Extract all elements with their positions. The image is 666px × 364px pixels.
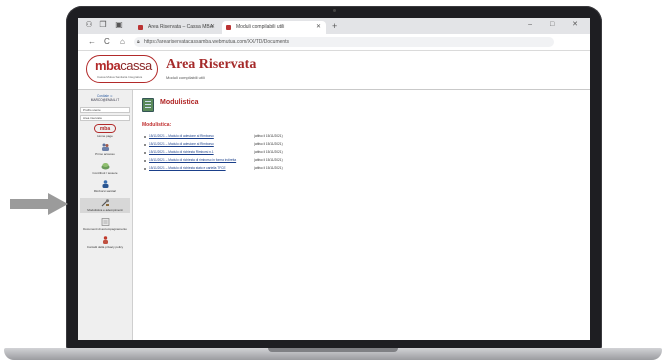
bullet-icon (144, 144, 146, 146)
section-title: Modulistica: (142, 122, 172, 128)
laptop-notch (268, 348, 398, 352)
people-icon (101, 143, 109, 151)
site-title: Area Riservata (166, 57, 257, 72)
user-info: Cordiale ☺ MARCO@EMAIL.IT (80, 94, 130, 102)
tools-icon (101, 199, 109, 207)
sidebar-item-modulistica[interactable]: Modulistica e adempimenti (80, 198, 130, 213)
mba-logo-icon: mba (94, 124, 116, 133)
document-date: (attivo il 15/11/2021) (254, 158, 283, 162)
document-link[interactable]: 15/11/2021 – Modulo di richiesta di rimb… (149, 158, 236, 163)
webcam (333, 9, 336, 12)
home-icon[interactable]: ⌂ (120, 37, 125, 47)
document-date: (attivo il 15/11/2021) (254, 142, 283, 146)
document-icon (101, 218, 109, 226)
close-icon[interactable]: ✕ (316, 21, 321, 34)
sidebar-item-documenti[interactable]: Documenti di accompagnamento (80, 218, 130, 231)
user-email: MARCO@EMAIL.IT (90, 98, 120, 102)
logo-wordmark: mbacassa (95, 58, 152, 73)
reload-button[interactable]: C (104, 37, 110, 47)
bullet-icon (144, 168, 146, 170)
person-icon (102, 180, 108, 188)
sidebar: Cordiale ☺ MARCO@EMAIL.IT Profilo utente… (78, 90, 133, 340)
bullet-icon (144, 136, 146, 138)
bullet-icon (144, 152, 146, 154)
site-logo[interactable]: mbacassa Cassa Mutua Sanitaria Integrati… (86, 55, 158, 83)
coins-icon (101, 163, 109, 170)
tab-area-riservata[interactable]: Area Riservata – Cassa MBA ✕ (134, 21, 220, 34)
window-controls[interactable]: – □ ✕ (528, 20, 586, 28)
document-link[interactable]: 15/11/2021 – Modulo di adesione al Rimbo… (149, 134, 214, 139)
sidebar-item-contatti[interactable]: Contatti della privacy policy (80, 236, 130, 249)
document-date: (attivo il 15/11/2021) (254, 134, 283, 138)
sidebar-item-home[interactable]: mba Home page (80, 124, 130, 138)
logo-tagline: Cassa Mutua Sanitaria Integrativa (97, 75, 143, 79)
list-item: 15/11/2021 – Modulo di richiesta stato e… (144, 166, 584, 174)
site-subtitle: Moduli compilabili utili (166, 75, 205, 80)
tab-actions-icon[interactable]: ▣ (114, 20, 124, 30)
document-link[interactable]: 15/11/2021 – Modulo di richiesta stato e… (149, 166, 226, 171)
close-icon[interactable]: ✕ (210, 21, 215, 34)
tab-title: Moduli compilabili utili (236, 24, 285, 30)
document-date: (attivo il 15/11/2021) (254, 150, 283, 154)
profile-select[interactable]: Profilo utente (80, 107, 130, 113)
tab-title: Area Riservata – Cassa MBA (148, 24, 214, 30)
site-header: mbacassa Cassa Mutua Sanitaria Integrati… (78, 51, 590, 90)
tab-moduli[interactable]: Moduli compilabili utili ✕ (222, 21, 326, 34)
list-item: 15/11/2021 – Modulo di richiesta di rimb… (144, 158, 584, 166)
favicon-icon (226, 25, 231, 30)
new-tab-button[interactable]: + (332, 20, 337, 32)
pointer-arrow-icon (10, 193, 68, 215)
lock-icon: 🔒︎ (137, 39, 140, 45)
browser-toolbar: ← C ⌂ 🔒︎ https://areariservatacassamba.w… (78, 34, 590, 51)
document-list: 15/11/2021 – Modulo di adesione al Rimbo… (144, 134, 584, 174)
list-item: 15/11/2021 – Modulo di adesione al Rimbo… (144, 142, 584, 150)
document-link[interactable]: 15/11/2021 – Modulo di richiesta Rimbors… (149, 150, 214, 155)
workspaces-icon[interactable]: ❐ (98, 20, 108, 30)
screen: ⚇ ❐ ▣ Area Riservata – Cassa MBA ✕ Modul… (78, 18, 590, 340)
tab-bar: ⚇ ❐ ▣ Area Riservata – Cassa MBA ✕ Modul… (78, 18, 590, 34)
document-date: (attivo il 15/11/2021) (254, 166, 283, 170)
area-select[interactable]: Area riservata (80, 115, 130, 121)
sidebar-item-contributi[interactable]: Contributi / tessere (80, 162, 130, 175)
url-text: https://areariservatacassamba.webmutua.c… (144, 39, 290, 45)
document-link[interactable]: 15/11/2021 – Modulo di adesione al Rimbo… (149, 142, 214, 147)
main-content: Modulistica Modulistica: 15/11/2021 – Mo… (134, 90, 590, 340)
profile-icon[interactable]: ⚇ (84, 20, 94, 30)
page-title: Modulistica (160, 99, 199, 106)
document-folder-icon (142, 98, 154, 112)
list-item: 15/11/2021 – Modulo di adesione al Rimbo… (144, 134, 584, 142)
bullet-icon (144, 160, 146, 162)
contact-icon (102, 236, 108, 244)
sidebar-item-rimborsi[interactable]: Rimborsi sanitari (80, 180, 130, 193)
back-button[interactable]: ← (88, 37, 96, 47)
favicon-icon (138, 25, 143, 30)
address-bar[interactable]: 🔒︎ https://areariservatacassamba.webmutu… (134, 37, 554, 47)
sidebar-item-primo-accesso[interactable]: Primo accesso (80, 143, 130, 156)
list-item: 15/11/2021 – Modulo di richiesta Rimbors… (144, 150, 584, 158)
